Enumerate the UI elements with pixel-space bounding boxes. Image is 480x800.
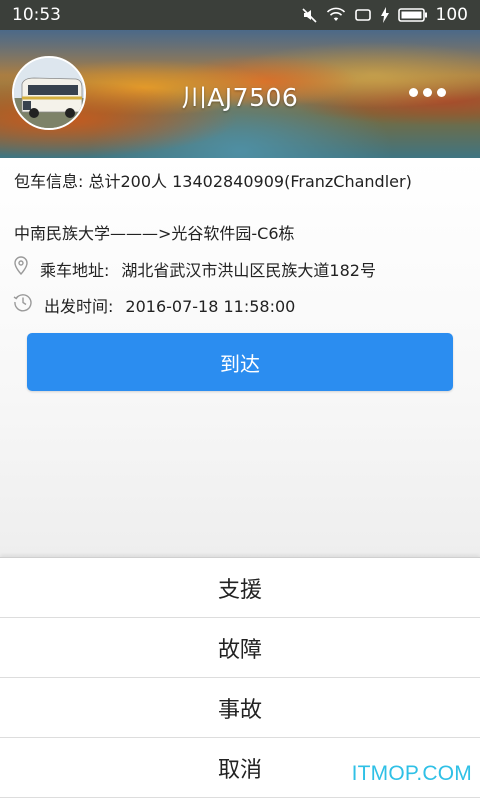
pickup-row: 乘车地址: 湖北省武汉市洪山区民族大道182号 bbox=[40, 257, 376, 281]
pickup-address: 湖北省武汉市洪山区民族大道182号 bbox=[121, 261, 376, 280]
charging-icon bbox=[380, 7, 390, 23]
more-dot bbox=[409, 88, 418, 97]
screen-icon bbox=[354, 7, 372, 23]
status-time: 10:53 bbox=[12, 5, 61, 25]
more-dot bbox=[423, 88, 432, 97]
header-banner: 川AJ7506 bbox=[0, 30, 480, 158]
plate-number: 川AJ7506 bbox=[181, 83, 299, 112]
departure-row: 出发时间: 2016-07-18 11:58:00 bbox=[44, 293, 295, 317]
more-horizontal-icon[interactable] bbox=[409, 88, 446, 97]
sheet-item-support[interactable]: 支援 bbox=[0, 558, 480, 618]
location-pin-icon bbox=[13, 256, 29, 280]
battery-level: 100 bbox=[435, 5, 468, 25]
status-icons: 100 bbox=[301, 5, 468, 25]
sheet-item-breakdown[interactable]: 故障 bbox=[0, 618, 480, 678]
departure-time: 2016-07-18 11:58:00 bbox=[125, 297, 296, 316]
sheet-item-accident[interactable]: 事故 bbox=[0, 678, 480, 738]
wifi-icon bbox=[326, 7, 346, 23]
charter-info: 包车信息: 总计200人 13402840909(FranzChandler) bbox=[14, 172, 412, 191]
watermark: ITMOP.COM bbox=[351, 762, 472, 785]
more-dot bbox=[437, 88, 446, 97]
mute-icon bbox=[301, 7, 318, 23]
status-bar: 10:53 100 bbox=[0, 0, 480, 30]
pickup-label: 乘车地址: bbox=[40, 261, 110, 280]
route-text: 中南民族大学———>光谷软件园-C6栋 bbox=[14, 224, 295, 243]
battery-icon bbox=[397, 7, 428, 23]
trip-details: 包车信息: 总计200人 13402840909(FranzChandler) … bbox=[0, 158, 480, 558]
arrive-button[interactable]: 到达 bbox=[27, 333, 453, 391]
departure-label: 出发时间: bbox=[44, 297, 114, 316]
screen: 10:53 100 川AJ7506 包车信息: 总计200人 134028409… bbox=[0, 0, 480, 800]
clock-icon bbox=[13, 292, 33, 316]
